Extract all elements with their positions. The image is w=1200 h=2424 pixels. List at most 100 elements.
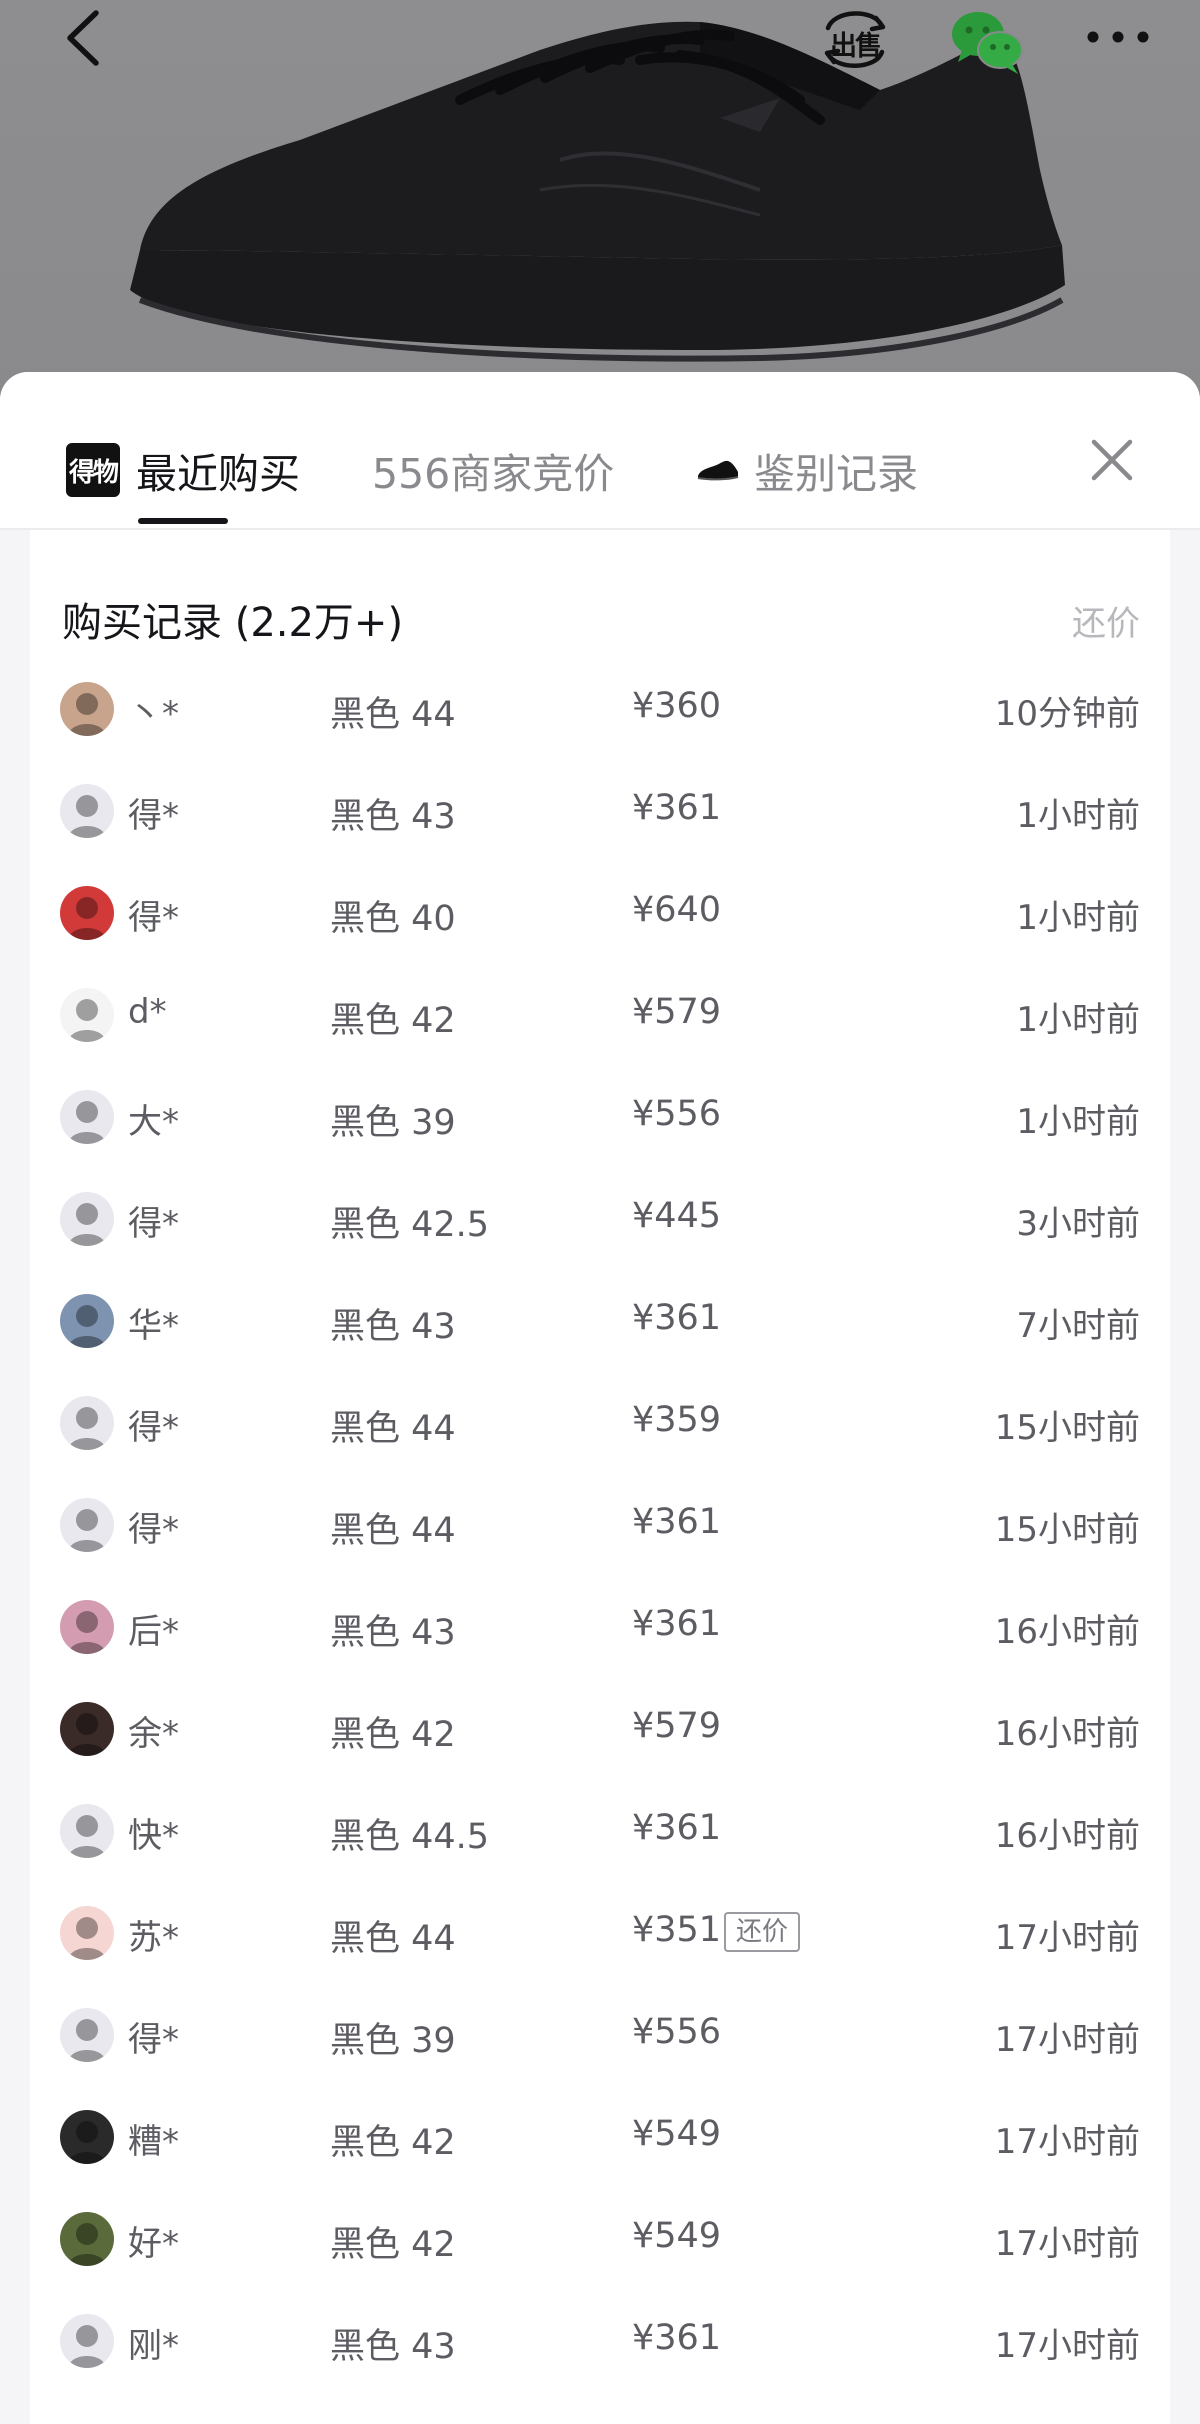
avatar [60,1090,114,1144]
purchase-time: 1小时前 [1016,796,1140,836]
item-spec: 黑色 42.5 [330,1205,490,1245]
buyer-name: 得* [128,796,179,836]
avatar [60,2008,114,2062]
shoe-icon [697,460,739,481]
more-button[interactable] [1082,12,1154,62]
record-row: 苏* 黑色 44 ¥351 还价 17小时前 [30,1882,1170,1984]
record-row: 华* 黑色 43 ¥361 7小时前 [30,1270,1170,1372]
avatar [60,1600,114,1654]
price: ¥361 [632,1502,722,1542]
buyer-name: 好* [128,2224,179,2264]
buyer-name: 得* [128,1204,179,1244]
item-spec: 黑色 43 [330,797,456,837]
purchase-time: 7小时前 [1016,1306,1140,1346]
avatar-icon [68,1713,106,1756]
price: ¥549 [632,2216,722,2256]
tab-bar: 得物 最近购买 556商家竞价 鉴别记录 [0,372,1200,530]
avatar [60,1498,114,1552]
avatar-icon [68,999,106,1042]
purchase-time: 17小时前 [994,1918,1140,1958]
price: ¥556 [632,2012,722,2052]
purchase-time: 10分钟前 [994,694,1140,734]
avatar-icon [68,1203,106,1246]
dewu-logo: 得物 [66,443,120,497]
tab-auth-label: 鉴别记录 [754,450,918,498]
avatar [60,1396,114,1450]
price: ¥556 [632,1094,722,1134]
record-row: 得* 黑色 42.5 ¥445 3小时前 [30,1168,1170,1270]
purchase-records-card: 购买记录 (2.2万+) 还价 丶* 黑色 44 ¥360 10分钟前 得* 黑… [30,530,1170,2424]
price: ¥359 [632,1400,722,1440]
avatar [60,1294,114,1348]
purchase-time: 17小时前 [994,2020,1140,2060]
price: ¥445 [632,1196,722,1236]
buyer-name: 苏* [128,1918,179,1958]
counter-offer-link[interactable]: 还价 [1072,596,1140,645]
tab-recent-label: 最近购买 [136,450,300,498]
buyer-name: 刚* [128,2326,179,2366]
price: ¥361 [632,2318,722,2358]
avatar-icon [68,1815,106,1858]
sell-label: 出售 [830,31,882,62]
item-spec: 黑色 43 [330,2327,456,2367]
avatar-icon [68,1611,106,1654]
wechat-share-button[interactable] [948,6,1026,76]
purchase-time: 16小时前 [994,1714,1140,1754]
buyer-name: 丶* [128,694,179,734]
price: ¥549 [632,2114,722,2154]
price: ¥361 [632,1604,722,1644]
avatar-icon [68,2223,106,2266]
back-button[interactable] [52,6,112,70]
buyer-name: 后* [128,1612,179,1652]
avatar-icon [68,2121,106,2164]
record-row: 糟* 黑色 42 ¥549 17小时前 [30,2086,1170,2188]
price: ¥361 [632,1298,722,1338]
sell-button[interactable]: 出售 [820,4,890,74]
buyer-name: 华* [128,1306,179,1346]
record-row: 得* 黑色 40 ¥640 1小时前 [30,862,1170,964]
price: ¥360 [632,686,722,726]
record-row: 好* 黑色 42 ¥549 17小时前 [30,2188,1170,2290]
close-button[interactable] [1082,430,1142,490]
record-row: 余* 黑色 42 ¥579 16小时前 [30,1678,1170,1780]
record-row: d* 黑色 42 ¥579 1小时前 [30,964,1170,1066]
item-spec: 黑色 39 [330,1103,456,1143]
buyer-name: 得* [128,2020,179,2060]
avatar [60,2110,114,2164]
buyer-name: 得* [128,1510,179,1550]
item-spec: 黑色 42 [330,1001,456,1041]
avatar-icon [68,1101,106,1144]
tab-merchant-bids[interactable]: 556商家竞价 [372,434,614,506]
avatar [60,1804,114,1858]
record-row: 丶* 黑色 44 ¥360 10分钟前 [30,658,1170,760]
tab-recent-purchases[interactable]: 得物 最近购买 [66,434,300,506]
price: ¥361 [632,788,722,828]
tab-authentication-records[interactable]: 鉴别记录 [696,434,918,506]
item-spec: 黑色 44 [330,1409,456,1449]
records-title: 购买记录 (2.2万+) [62,600,404,646]
avatar-icon [68,1305,106,1348]
product-image: 出售 [0,0,1200,420]
purchase-time: 1小时前 [1016,1102,1140,1142]
avatar [60,1702,114,1756]
buyer-name: 余* [128,1714,179,1754]
item-spec: 黑色 42 [330,2225,456,2265]
record-row: 得* 黑色 44 ¥359 15小时前 [30,1372,1170,1474]
record-row: 刚* 黑色 43 ¥361 17小时前 [30,2290,1170,2392]
item-spec: 黑色 43 [330,1613,456,1653]
price: ¥361 [632,1808,722,1848]
item-spec: 黑色 43 [330,1307,456,1347]
purchase-time: 1小时前 [1016,1000,1140,1040]
purchase-time: 16小时前 [994,1612,1140,1652]
avatar [60,1906,114,1960]
avatar [60,1192,114,1246]
more-dots-icon [1087,31,1149,43]
record-row: 得* 黑色 44 ¥361 15小时前 [30,1474,1170,1576]
chevron-left-icon [67,10,99,66]
avatar-icon [68,795,106,838]
item-spec: 黑色 42 [330,1715,456,1755]
avatar-icon [68,1407,106,1450]
purchase-time: 1小时前 [1016,898,1140,938]
record-row: 后* 黑色 43 ¥361 16小时前 [30,1576,1170,1678]
avatar-icon [68,1509,106,1552]
